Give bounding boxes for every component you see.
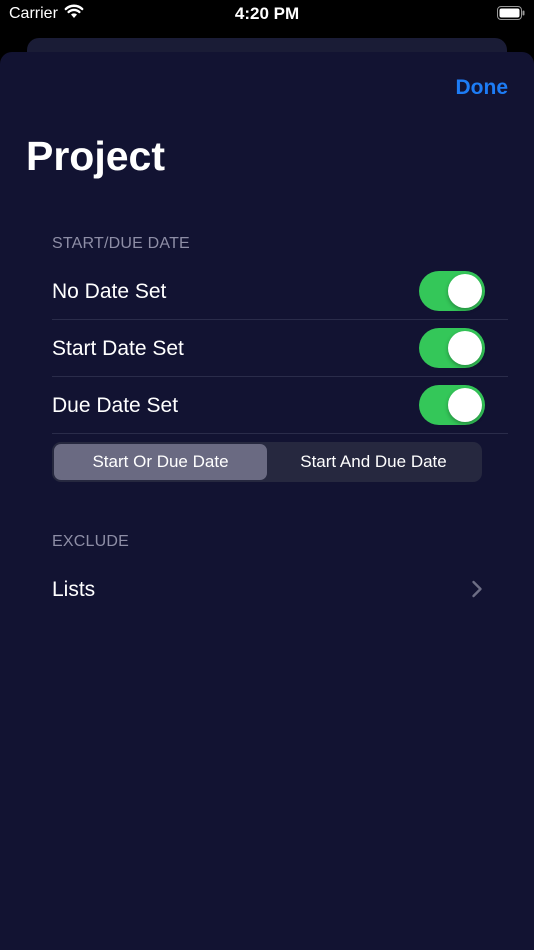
- row-start-date-set: Start Date Set: [52, 320, 508, 377]
- row-label: No Date Set: [52, 279, 167, 303]
- toggle-knob: [448, 274, 482, 308]
- chevron-right-icon: [471, 580, 483, 598]
- row-divider: [52, 433, 508, 434]
- row-lists[interactable]: Lists: [52, 561, 508, 618]
- toggle-knob: [448, 331, 482, 365]
- battery-icon: [497, 6, 525, 20]
- modal-sheet: Done Project START/DUE DATE No Date Set …: [0, 52, 534, 950]
- segment-start-or-due-date[interactable]: Start Or Due Date: [54, 444, 267, 480]
- due-date-set-toggle[interactable]: [419, 385, 485, 425]
- done-button[interactable]: Done: [456, 76, 509, 100]
- row-due-date-set: Due Date Set: [52, 377, 508, 434]
- row-no-date-set: No Date Set: [52, 263, 508, 320]
- section-header-start-due-date: START/DUE DATE: [52, 235, 190, 252]
- status-time: 4:20 PM: [234, 4, 300, 23]
- screen: Carrier 4:20 PM Done Project START/DUE D…: [0, 0, 534, 950]
- no-date-set-toggle[interactable]: [419, 271, 485, 311]
- start-date-set-toggle[interactable]: [419, 328, 485, 368]
- toggle-knob: [448, 388, 482, 422]
- section-header-exclude: EXCLUDE: [52, 533, 129, 550]
- segment-start-and-due-date[interactable]: Start And Due Date: [267, 444, 480, 480]
- status-bar: Carrier 4:20 PM: [0, 0, 534, 30]
- page-title: Project: [26, 133, 165, 179]
- row-label: Lists: [52, 577, 96, 601]
- row-label: Start Date Set: [52, 336, 184, 360]
- row-label: Due Date Set: [52, 393, 179, 417]
- date-mode-segmented-control: Start Or Due Date Start And Due Date: [52, 442, 482, 482]
